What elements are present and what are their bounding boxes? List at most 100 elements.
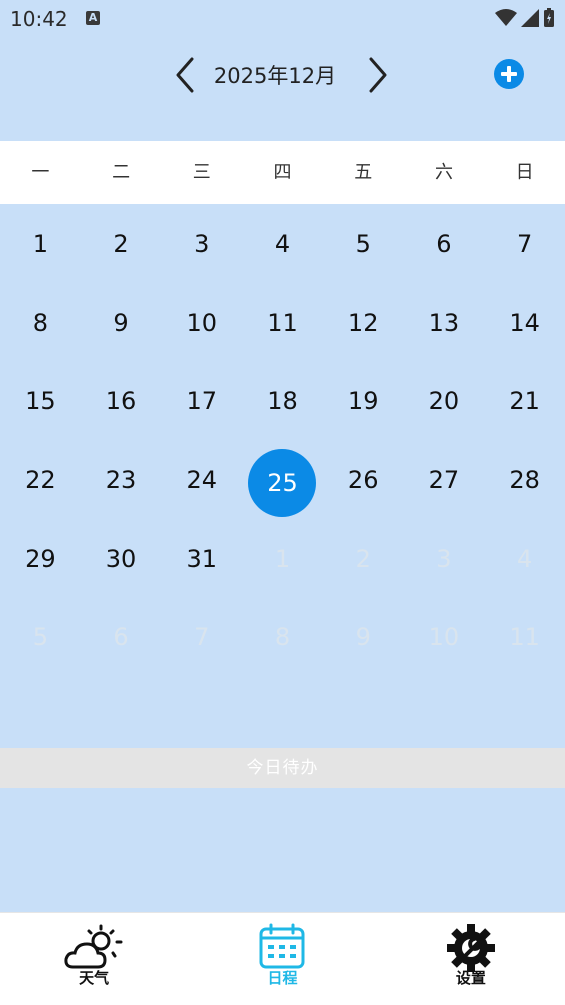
calendar-day-number: 4: [274, 230, 291, 259]
calendar-day[interactable]: 30: [81, 519, 162, 598]
calendar-day[interactable]: 10: [404, 598, 485, 677]
calendar-day-number: 23: [105, 466, 137, 495]
calendar-day-number: 25: [248, 449, 317, 518]
calendar-day-number: 18: [267, 387, 298, 416]
calendar-day[interactable]: 6: [81, 598, 162, 677]
weekday-wed: 三: [192, 162, 211, 183]
calendar-day[interactable]: 19: [323, 362, 404, 441]
calendar-day[interactable]: 4: [242, 205, 323, 284]
calendar-day[interactable]: 3: [161, 205, 242, 284]
calendar-day-number: 29: [25, 544, 56, 573]
weekday-fri: 五: [354, 162, 373, 183]
calendar-day-number: 11: [267, 308, 298, 337]
calendar-day[interactable]: 24: [161, 441, 242, 520]
calendar-day[interactable]: 13: [404, 284, 485, 363]
prev-month-button[interactable]: [170, 55, 200, 95]
calendar-day-number: 9: [113, 308, 129, 337]
calendar-day-number: 24: [186, 466, 218, 495]
tab-schedule[interactable]: 日程: [188, 913, 376, 1005]
calendar-day[interactable]: 31: [161, 519, 242, 598]
calendar-day-number: 31: [186, 544, 218, 573]
calendar-day-number: 3: [436, 544, 452, 573]
status-time: 10:42: [10, 7, 68, 31]
calendar-day-selected[interactable]: 25: [242, 441, 323, 520]
calendar-day-number: 10: [428, 623, 460, 652]
calendar-day[interactable]: 14: [484, 284, 565, 363]
weekday-thu: 四: [273, 162, 292, 183]
calendar-day[interactable]: 16: [81, 362, 162, 441]
calendar-icon: [259, 923, 305, 969]
chevron-right-icon: [369, 57, 387, 93]
calendar-day[interactable]: 1: [242, 519, 323, 598]
calendar-day-number: 5: [355, 230, 371, 259]
calendar-day[interactable]: 7: [484, 205, 565, 284]
calendar-day-number: 3: [194, 230, 210, 259]
weekday-sat: 六: [434, 162, 453, 183]
calendar-day[interactable]: 20: [404, 362, 485, 441]
calendar-day[interactable]: 26: [323, 441, 404, 520]
calendar-day[interactable]: 17: [161, 362, 242, 441]
calendar-day[interactable]: 5: [0, 598, 81, 677]
calendar-day[interactable]: 18: [242, 362, 323, 441]
bottom-nav: 天气 日程 设置: [0, 912, 565, 1005]
tab-weather[interactable]: 天气: [0, 913, 188, 1005]
calendar-day[interactable]: 10: [161, 284, 242, 363]
calendar-day[interactable]: 27: [404, 441, 485, 520]
calendar-day[interactable]: 1: [0, 205, 81, 284]
calendar-day[interactable]: 5: [323, 205, 404, 284]
today-todo-header: 今日待办: [0, 748, 565, 788]
calendar-day-number: 2: [355, 544, 371, 573]
notification-a-icon: A: [86, 11, 100, 25]
calendar-day-number: 2: [113, 230, 129, 259]
chevron-left-icon: [176, 57, 194, 93]
tab-settings[interactable]: 设置: [377, 913, 565, 1005]
calendar-day[interactable]: 2: [323, 519, 404, 598]
calendar-day[interactable]: 21: [484, 362, 565, 441]
calendar-day[interactable]: 11: [484, 598, 565, 677]
calendar-header: 2025年12月: [0, 40, 565, 110]
weather-icon: [64, 924, 123, 969]
calendar-day-number: 8: [274, 623, 291, 652]
signal-icon: [521, 9, 539, 27]
calendar-day-number: 21: [509, 387, 540, 416]
calendar-day[interactable]: 11: [242, 284, 323, 363]
calendar-day[interactable]: 8: [0, 284, 81, 363]
calendar-day[interactable]: 29: [0, 519, 81, 598]
calendar-day[interactable]: 7: [161, 598, 242, 677]
calendar-day[interactable]: 3: [404, 519, 485, 598]
weekday-header-row: 一 二 三 四 五 六 日: [0, 141, 565, 204]
calendar-day-number: 1: [32, 230, 48, 259]
calendar-day[interactable]: 28: [484, 441, 565, 520]
calendar-day-number: 14: [509, 308, 540, 337]
battery-icon: [544, 8, 554, 27]
calendar-day[interactable]: 6: [404, 205, 485, 284]
calendar-day[interactable]: 9: [81, 284, 162, 363]
calendar-day-number: 26: [347, 466, 379, 495]
add-event-button[interactable]: [494, 59, 524, 89]
calendar-day-number: 30: [105, 544, 137, 573]
calendar-day[interactable]: 23: [81, 441, 162, 520]
calendar-day-number: 4: [517, 544, 533, 573]
calendar-day[interactable]: 22: [0, 441, 81, 520]
calendar-day-number: 8: [32, 308, 48, 337]
calendar-day[interactable]: 12: [323, 284, 404, 363]
calendar-day[interactable]: 4: [484, 519, 565, 598]
tab-schedule-label: 日程: [267, 969, 298, 987]
calendar-day-number: 5: [32, 623, 48, 652]
calendar-day-number: 6: [436, 230, 452, 259]
month-title: 2025年12月: [213, 64, 337, 88]
calendar-day-number: 13: [428, 308, 460, 337]
plus-circle-icon: [494, 59, 524, 89]
calendar-day-number: 28: [509, 466, 540, 495]
calendar-day-number: 17: [186, 387, 218, 416]
calendar-day-number: 11: [509, 623, 540, 652]
next-month-button[interactable]: [363, 55, 393, 95]
calendar-day[interactable]: 9: [323, 598, 404, 677]
tab-settings-label: 设置: [455, 969, 486, 987]
calendar-day-number: 19: [347, 387, 379, 416]
calendar-day-number: 27: [428, 466, 460, 495]
weekday-tue: 二: [112, 162, 131, 183]
calendar-day[interactable]: 2: [81, 205, 162, 284]
calendar-day[interactable]: 15: [0, 362, 81, 441]
calendar-day[interactable]: 8: [242, 598, 323, 677]
